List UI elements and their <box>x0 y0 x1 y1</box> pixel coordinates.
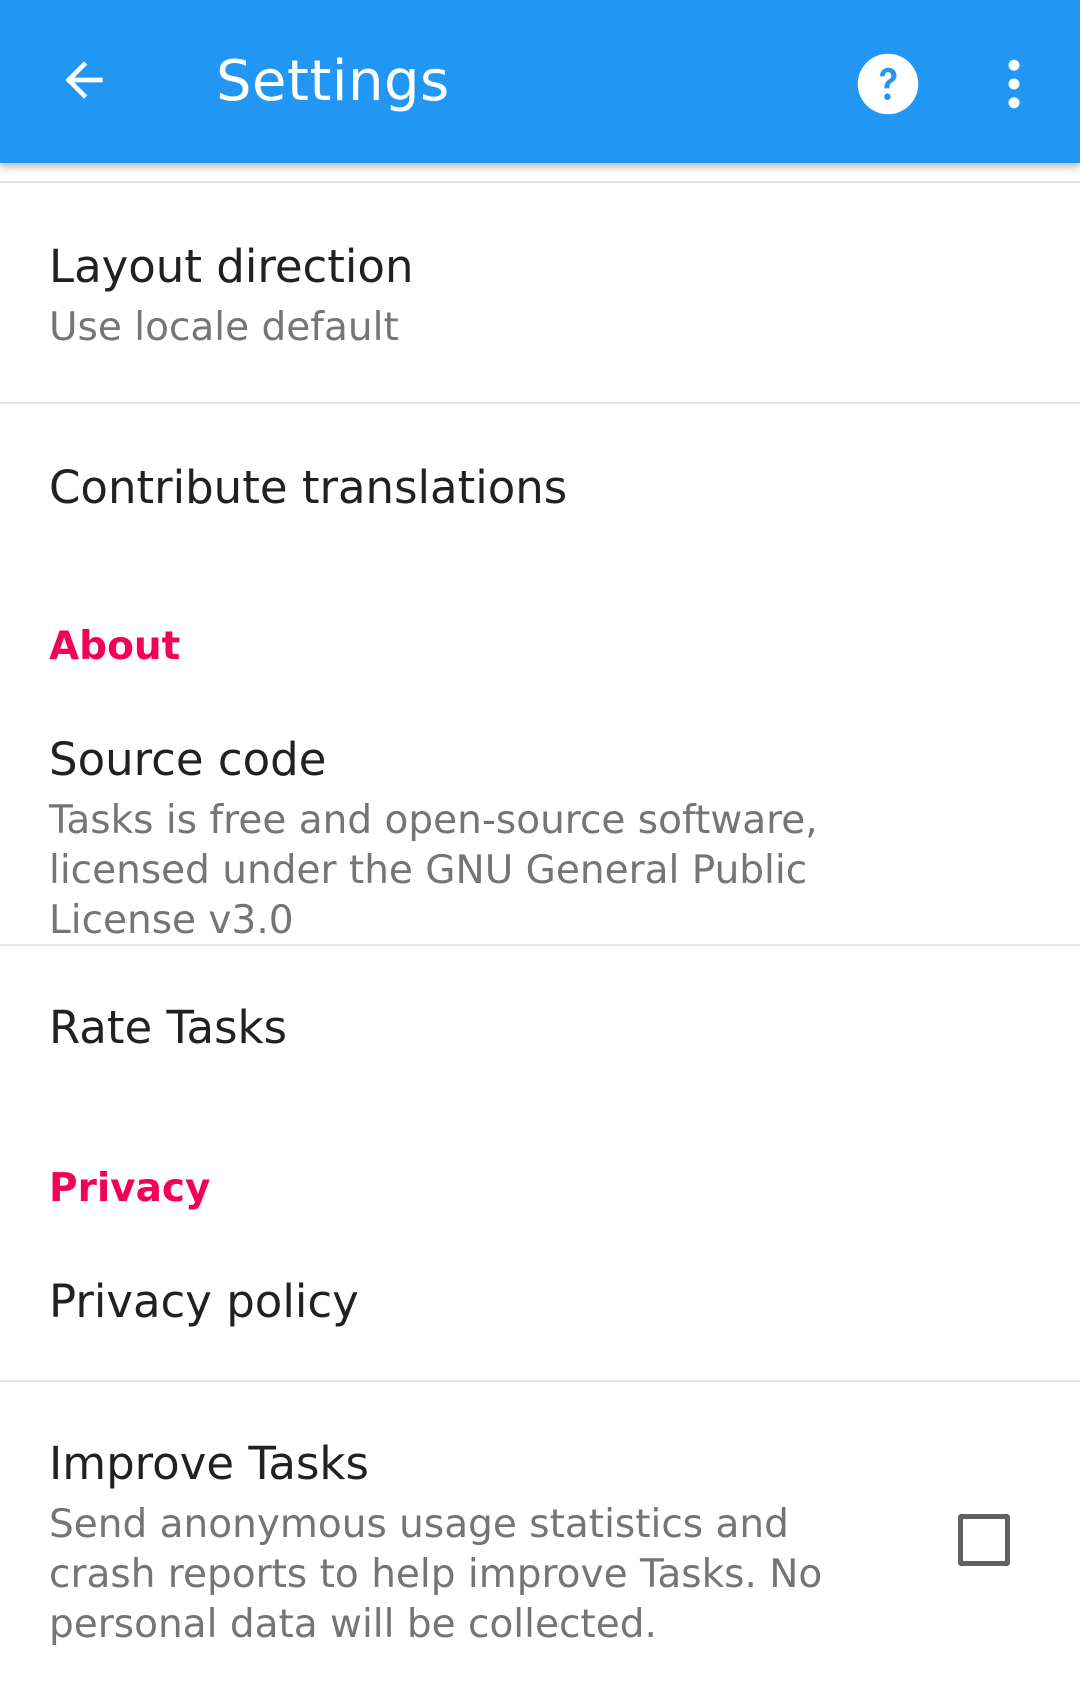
layout-direction-title: Layout direction <box>49 240 414 293</box>
arrow-left-icon <box>65 61 103 99</box>
more-vertical-icon <box>1008 59 1020 109</box>
page-title: Settings <box>216 49 450 114</box>
improve-tasks-summary: Send anonymous usage statistics and cras… <box>49 1502 823 1647</box>
privacy-policy-title: Privacy policy <box>49 1275 359 1328</box>
improve-tasks-item[interactable]: Improve Tasks Send anonymous usage stati… <box>0 1382 1080 1699</box>
help-circle-icon <box>857 53 919 115</box>
source-code-summary: Tasks is free and open-source software, … <box>49 798 818 943</box>
layout-direction-item[interactable]: Layout direction Use locale default <box>0 183 1080 402</box>
rate-tasks-item[interactable]: Rate Tasks <box>0 946 1080 1116</box>
privacy-policy-item[interactable]: Privacy policy <box>0 1242 1080 1380</box>
help-button[interactable] <box>846 42 930 126</box>
improve-tasks-checkbox[interactable] <box>958 1514 1010 1566</box>
section-header-about: About <box>49 624 181 669</box>
improve-tasks-title: Improve Tasks <box>49 1437 369 1490</box>
overflow-menu-button[interactable] <box>972 42 1056 126</box>
toolbar: Settings <box>0 0 1080 163</box>
source-code-item[interactable]: Source code Tasks is free and open-sourc… <box>0 700 1080 944</box>
settings-screen: Settings Layout direction Use locale def… <box>0 0 1080 1699</box>
source-code-title: Source code <box>49 733 327 786</box>
contribute-translations-title: Contribute translations <box>49 461 568 514</box>
back-button[interactable] <box>44 40 124 120</box>
rate-tasks-title: Rate Tasks <box>49 1001 288 1054</box>
contribute-translations-item[interactable]: Contribute translations <box>0 404 1080 574</box>
layout-direction-summary: Use locale default <box>49 305 399 350</box>
section-header-privacy: Privacy <box>49 1166 211 1211</box>
